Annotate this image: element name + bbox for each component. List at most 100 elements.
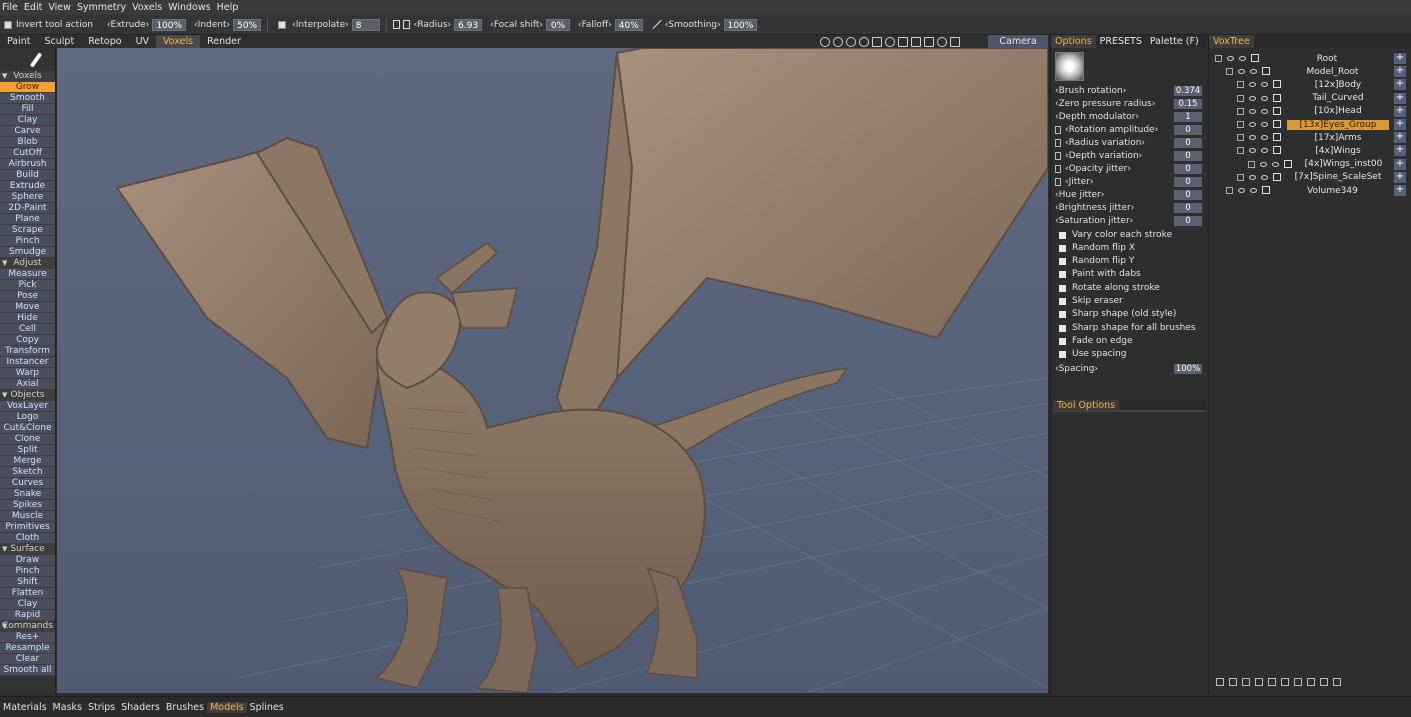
tool-scrape[interactable]: Scrape [0,225,55,236]
tool-blob[interactable]: Blob [0,137,55,148]
tool-extrude[interactable]: Extrude [0,181,55,192]
visibility-eye-icon[interactable] [1238,188,1245,193]
gizmo-icon[interactable] [936,36,947,47]
3d-viewport[interactable] [57,48,1048,693]
opacity-jitter-field[interactable]: 0 [1174,164,1202,174]
tool-warp[interactable]: Warp [0,368,55,379]
ghost-icon[interactable] [1250,69,1257,75]
tool-resample[interactable]: Resample [0,643,55,654]
tool-merge[interactable]: Merge [0,456,55,467]
tool-flatten[interactable]: Flatten [0,588,55,599]
voxtree-item[interactable]: Root + [1209,52,1411,65]
delete-icon[interactable] [1228,678,1237,686]
merge-icon[interactable] [1254,678,1263,686]
contrast-icon[interactable] [832,36,843,47]
tool-curves[interactable]: Curves [0,478,55,489]
tool-pick[interactable]: Pick [0,280,55,291]
tool-cutoff[interactable]: CutOff [0,148,55,159]
add-child-button[interactable]: + [1394,66,1406,78]
check-rotate-along-stroke[interactable]: Rotate along stroke [1055,282,1205,294]
checkbox[interactable] [1059,284,1066,292]
expand-toggle-icon[interactable] [1226,187,1233,194]
hue-jitter-field[interactable]: 0 [1174,190,1202,200]
tab-materials[interactable]: Materials [0,702,50,713]
rotation-amplitude-field[interactable]: 0 [1174,125,1202,135]
tool-plane[interactable]: Plane [0,214,55,225]
expand-toggle-icon[interactable] [1215,55,1222,62]
perspective-icon[interactable] [897,36,908,47]
jitter-field[interactable]: 0 [1174,177,1202,187]
tool-carve[interactable]: Carve [0,126,55,137]
lock-icon[interactable] [1055,126,1061,134]
expand-toggle-icon[interactable] [1237,173,1244,181]
tab-voxtree[interactable]: VoxTree [1209,35,1254,48]
menu-symmetry[interactable]: Symmetry [75,2,130,13]
transform-icon[interactable] [1306,678,1315,686]
check-skip-eraser[interactable]: Skip eraser [1055,295,1205,307]
spacing-field[interactable]: 100% [1174,364,1202,374]
tool-primitives[interactable]: Primitives [0,522,55,533]
tool-measure[interactable]: Measure [0,269,55,280]
add-child-button[interactable]: + [1394,92,1406,104]
zero-pressure-field[interactable]: 0.15 [1174,99,1202,109]
extrude-field[interactable]: 100% [152,18,187,31]
tool-axial[interactable]: Axial [0,379,55,390]
brush-alpha-preview[interactable] [1055,52,1084,81]
voxtree-item[interactable]: [13x]Eyes_Group + [1209,118,1411,131]
expand-toggle-icon[interactable] [1237,94,1244,102]
checkbox[interactable] [1059,324,1066,332]
depth-variation-field[interactable]: 0 [1174,151,1202,161]
visibility-eye-icon[interactable] [1238,69,1245,75]
voxtree-item[interactable]: Tail_Curved + [1209,92,1411,105]
ghost-icon[interactable] [1261,174,1268,180]
tool-transform[interactable]: Transform [0,346,55,357]
duplicate-icon[interactable] [1241,678,1250,686]
tool-hide[interactable]: Hide [0,313,55,324]
tab-models[interactable]: Models [207,701,247,713]
saturation-jitter-field[interactable]: 0 [1174,216,1202,226]
add-child-button[interactable]: + [1394,145,1406,157]
lock-icon[interactable] [1055,178,1061,186]
interpolate-checkbox[interactable] [278,20,287,29]
camera-dropdown[interactable]: Camera [988,35,1048,48]
checkbox[interactable] [1059,257,1066,265]
tool-muscle[interactable]: Muscle [0,511,55,522]
ghost-icon[interactable] [1272,161,1279,167]
voxtree-item[interactable]: [17x]Arms + [1209,131,1411,144]
falloff-field[interactable]: 40% [614,18,643,31]
checkbox[interactable] [1059,350,1066,358]
tool-split[interactable]: Split [0,445,55,456]
voxtree-item[interactable]: Model_Root + [1209,65,1411,78]
expand-toggle-icon[interactable] [1248,160,1255,168]
brush-icon[interactable] [0,48,55,71]
voxtree-item[interactable]: [7x]Spine_ScaleSet + [1209,171,1411,184]
voxtree-item[interactable]: [10x]Head + [1209,105,1411,118]
tab-splines[interactable]: Splines [247,702,287,713]
voxtree-item[interactable]: [12x]Body + [1209,78,1411,91]
checkbox[interactable] [1059,244,1066,252]
tool-fill[interactable]: Fill [0,104,55,115]
add-child-button[interactable]: + [1394,132,1406,144]
tool-airbrush[interactable]: Airbrush [0,159,55,170]
visibility-eye-icon[interactable] [1227,56,1234,61]
ghost-icon[interactable] [1261,108,1268,114]
folder-icon[interactable] [1280,678,1289,686]
tab-uv[interactable]: UV [129,35,156,48]
add-child-button[interactable]: + [1394,53,1406,64]
zoom-icon[interactable] [884,36,895,47]
checkbox[interactable] [1059,310,1066,318]
tool-shift[interactable]: Shift [0,577,55,588]
add-child-button[interactable]: + [1394,185,1406,196]
tool-clay[interactable]: Clay [0,599,55,610]
lock-icon[interactable] [1055,165,1061,173]
render-mode-icon[interactable] [910,36,921,47]
tool-smooth[interactable]: Smooth [0,93,55,104]
ghost-icon[interactable] [1261,82,1268,88]
tab-paint[interactable]: Paint [0,35,38,48]
radius-variation-field[interactable]: 0 [1174,138,1202,148]
visibility-eye-icon[interactable] [1249,95,1256,101]
check-sharp-shape-old[interactable]: Sharp shape (old style) [1055,308,1205,320]
radius-field[interactable]: 6.93 [454,18,483,31]
visibility-eye-icon[interactable] [1249,135,1256,141]
cube-view-icon[interactable] [949,36,960,47]
